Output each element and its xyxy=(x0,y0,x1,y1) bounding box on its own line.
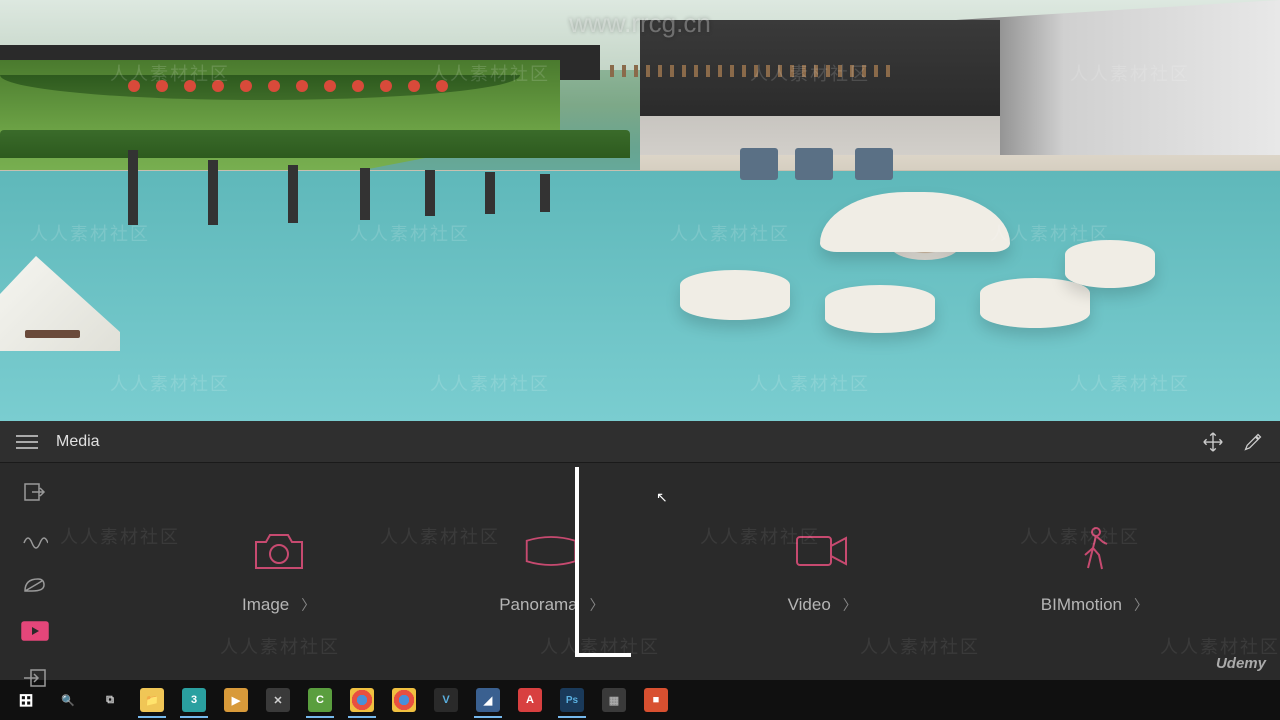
media-options-area: ↖ Image 〉 Panorama 〉 Video 〉 BIMmotion 〉 xyxy=(70,463,1280,680)
chevron-right-icon: 〉 xyxy=(590,595,604,615)
taskbar-vray[interactable]: V xyxy=(426,682,466,718)
panorama-option[interactable]: Panorama 〉 xyxy=(499,529,603,615)
taskbar-photoshop[interactable]: Ps xyxy=(552,682,592,718)
eyedropper-tool-icon[interactable] xyxy=(1242,431,1264,453)
scene-pillar xyxy=(485,172,495,214)
walk-icon xyxy=(1066,529,1122,573)
media-label: BIMmotion xyxy=(1041,595,1122,615)
cursor-icon: ↖ xyxy=(656,489,668,506)
media-label: Image xyxy=(242,595,289,615)
video-icon xyxy=(794,529,850,573)
taskbar-explorer[interactable]: 📁 xyxy=(132,682,172,718)
scene-lounger xyxy=(25,330,80,338)
udemy-brand: Udemy xyxy=(1216,655,1266,672)
media-label: Video xyxy=(788,595,831,615)
panorama-icon xyxy=(523,529,579,573)
bimmotion-option[interactable]: BIMmotion 〉 xyxy=(1041,529,1148,615)
video-option[interactable]: Video 〉 xyxy=(788,529,857,615)
media-icon[interactable] xyxy=(21,621,49,641)
scene-pillar xyxy=(128,150,138,225)
taskbar-camtasia[interactable]: C xyxy=(300,682,340,718)
chevron-right-icon: 〉 xyxy=(301,595,315,615)
camera-icon xyxy=(251,529,307,573)
scene-pillar xyxy=(288,165,298,223)
taskbar-app-x[interactable]: ✕ xyxy=(258,682,298,718)
search-button[interactable]: 🔍 xyxy=(48,682,88,718)
scene-flowers xyxy=(120,78,480,96)
scene-pergola xyxy=(610,65,890,77)
move-tool-icon[interactable] xyxy=(1202,431,1224,453)
windows-taskbar: ⊞ 🔍 ⧉ 📁 3 ▶ ✕ C V ◢ A Ps ▦ ■ xyxy=(0,680,1280,720)
scene-pillar xyxy=(360,168,370,220)
media-panel: ↖ Image 〉 Panorama 〉 Video 〉 BIMmotion 〉 xyxy=(0,463,1280,680)
chevron-right-icon: 〉 xyxy=(1134,595,1148,615)
import-icon[interactable] xyxy=(21,481,49,503)
image-option[interactable]: Image 〉 xyxy=(242,529,315,615)
panel-toolbar: Media xyxy=(0,421,1280,463)
menu-hamburger-icon[interactable] xyxy=(16,435,38,449)
taskbar-sketchup[interactable]: ◢ xyxy=(468,682,508,718)
taskbar-3dsmax[interactable]: 3 xyxy=(174,682,214,718)
taskbar-player[interactable]: ▶ xyxy=(216,682,256,718)
taskbar-app-grid[interactable]: ▦ xyxy=(594,682,634,718)
leaf-icon[interactable] xyxy=(21,575,49,595)
scene-chair xyxy=(855,148,893,180)
scene-pillar xyxy=(540,174,550,212)
panel-title: Media xyxy=(56,433,100,451)
scene-seating xyxy=(790,200,1050,310)
scene-hedge xyxy=(0,130,630,158)
scene-chair xyxy=(795,148,833,180)
start-button[interactable]: ⊞ xyxy=(6,682,46,718)
scene-pillar xyxy=(208,160,218,225)
taskview-button[interactable]: ⧉ xyxy=(90,682,130,718)
scene-pillar xyxy=(425,170,435,216)
scene-chair xyxy=(740,148,778,180)
side-icon-strip xyxy=(0,463,70,680)
chevron-right-icon: 〉 xyxy=(843,595,857,615)
path-icon[interactable] xyxy=(21,529,49,549)
taskbar-autocad[interactable]: A xyxy=(510,682,550,718)
taskbar-app-red[interactable]: ■ xyxy=(636,682,676,718)
media-label: Panorama xyxy=(499,595,577,615)
taskbar-chrome2[interactable] xyxy=(384,682,424,718)
3d-viewport[interactable]: www.rrcg.cn 人人素材社区 人人素材社区 人人素材社区 人人素材社区 … xyxy=(0,0,1280,421)
taskbar-chrome[interactable] xyxy=(342,682,382,718)
